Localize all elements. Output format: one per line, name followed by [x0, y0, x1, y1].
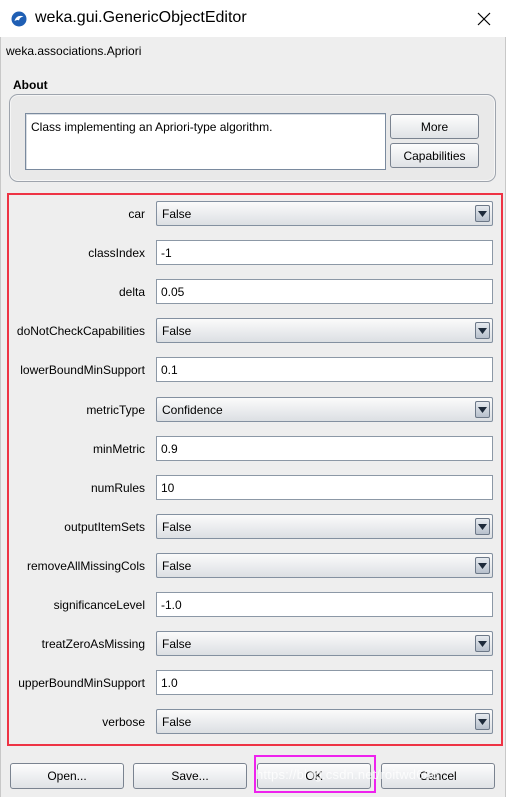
field-value: 0.05: [161, 284, 185, 299]
dropdown-value: Confidence: [162, 402, 223, 417]
property-label: doNotCheckCapabilities: [16, 324, 145, 338]
about-heading: About: [13, 78, 48, 92]
dropdown-value: False: [162, 558, 192, 573]
property-text-field[interactable]: 1.0: [156, 670, 493, 695]
property-text-field[interactable]: 0.1: [156, 357, 493, 382]
field-value: 10: [161, 480, 175, 495]
property-label: outputItemSets: [64, 520, 145, 534]
dropdown-value: False: [162, 323, 192, 338]
chevron-down-icon[interactable]: [475, 557, 490, 574]
window-title: weka.gui.GenericObjectEditor: [35, 9, 247, 26]
property-label: metricType: [86, 403, 145, 417]
property-label: removeAllMissingCols: [26, 559, 145, 573]
capabilities-button[interactable]: Capabilities: [390, 143, 479, 168]
property-text-field[interactable]: 10: [156, 475, 493, 500]
chevron-down-icon[interactable]: [475, 635, 490, 652]
weka-bird-icon: [11, 11, 27, 27]
property-dropdown[interactable]: False: [156, 514, 493, 539]
property-label: delta: [118, 285, 145, 299]
field-value: 0.1: [161, 362, 178, 377]
chevron-down-icon[interactable]: [475, 518, 490, 535]
property-label: upperBoundMinSupport: [18, 676, 145, 690]
property-dropdown[interactable]: False: [156, 553, 493, 578]
dropdown-value: False: [162, 636, 192, 651]
property-dropdown[interactable]: Confidence: [156, 397, 493, 422]
property-text-field[interactable]: 0.05: [156, 279, 493, 304]
chevron-down-icon[interactable]: [475, 205, 490, 222]
property-text-field[interactable]: 0.9: [156, 436, 493, 461]
open-button[interactable]: Open...: [10, 763, 124, 789]
field-value: 0.9: [161, 441, 178, 456]
close-button[interactable]: [462, 0, 506, 37]
property-label: classIndex: [88, 246, 145, 260]
dropdown-value: False: [162, 519, 192, 534]
property-dropdown[interactable]: False: [156, 318, 493, 343]
property-label: significanceLevel: [53, 598, 145, 612]
class-name-label: weka.associations.Apriori: [6, 44, 142, 58]
property-dropdown[interactable]: False: [156, 709, 493, 734]
chevron-down-icon[interactable]: [475, 322, 490, 339]
close-icon: [477, 12, 491, 25]
field-value: -1: [161, 245, 172, 260]
field-value: -1.0: [161, 597, 182, 612]
chevron-down-icon[interactable]: [475, 713, 490, 730]
save-button[interactable]: Save...: [133, 763, 247, 789]
more-button[interactable]: More: [390, 114, 479, 139]
property-text-field[interactable]: -1.0: [156, 592, 493, 617]
field-value: 1.0: [161, 675, 178, 690]
chevron-down-icon[interactable]: [475, 401, 490, 418]
dropdown-value: False: [162, 206, 192, 221]
property-text-field[interactable]: -1: [156, 240, 493, 265]
about-description: Class implementing an Apriori-type algor…: [25, 113, 386, 170]
property-label: car: [128, 207, 145, 221]
properties-highlight-box: [7, 193, 503, 746]
property-label: lowerBoundMinSupport: [20, 363, 145, 377]
title-bar[interactable]: weka.gui.GenericObjectEditor: [0, 0, 506, 37]
property-label: verbose: [102, 715, 145, 729]
property-label: numRules: [90, 481, 145, 495]
watermark: https://blog.csdn.net/roitwd666: [256, 767, 439, 782]
property-dropdown[interactable]: False: [156, 631, 493, 656]
property-label: treatZeroAsMissing: [41, 637, 145, 651]
property-dropdown[interactable]: False: [156, 201, 493, 226]
dropdown-value: False: [162, 714, 192, 729]
property-label: minMetric: [92, 442, 145, 456]
